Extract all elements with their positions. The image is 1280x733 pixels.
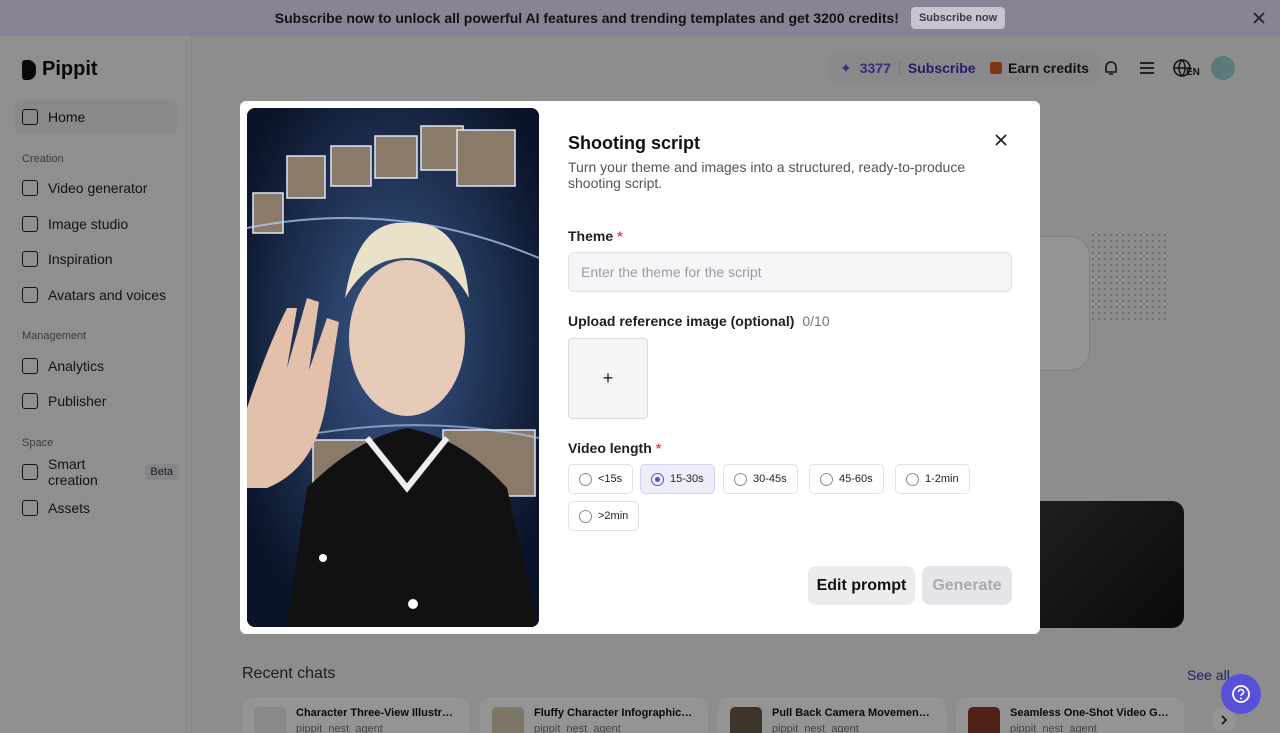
close-icon[interactable]	[992, 131, 1010, 149]
theme-label-text: Theme	[568, 228, 614, 244]
option-label: 15-30s	[670, 473, 704, 485]
radio-icon	[906, 472, 919, 486]
hero-illustration	[247, 108, 539, 627]
video-length-option[interactable]: 45-60s	[809, 464, 884, 494]
upload-label-text: Upload reference image (optional)	[568, 313, 795, 329]
video-length-label: Video length *	[568, 440, 661, 456]
theme-input[interactable]	[568, 252, 1012, 292]
edit-prompt-button[interactable]: Edit prompt	[808, 566, 915, 605]
video-length-option[interactable]: 1-2min	[895, 464, 970, 494]
video-length-option[interactable]: 30-45s	[723, 464, 798, 494]
upload-count: 0/10	[802, 313, 830, 329]
dialog-title: Shooting script	[568, 133, 700, 153]
radio-icon	[734, 472, 747, 486]
promo-banner: Subscribe now to unlock all powerful AI …	[0, 0, 1280, 36]
video-length-label-text: Video length	[568, 440, 652, 456]
generate-button[interactable]: Generate	[922, 566, 1012, 605]
option-label: >2min	[598, 510, 629, 522]
radio-icon	[651, 472, 664, 486]
dialog-subtitle: Turn your theme and images into a struct…	[568, 159, 966, 191]
required-mark: *	[655, 440, 662, 456]
option-label: <15s	[598, 473, 623, 485]
help-button[interactable]	[1221, 674, 1261, 714]
video-length-option[interactable]: 15-30s	[640, 464, 715, 494]
help-icon	[1232, 685, 1250, 703]
banner-subscribe-button[interactable]: Subscribe now	[910, 7, 1006, 29]
option-label: 30-45s	[753, 473, 787, 485]
theme-label: Theme *	[568, 228, 623, 244]
hero-image	[247, 108, 539, 627]
close-icon[interactable]	[1250, 9, 1268, 27]
video-length-option[interactable]: >2min	[568, 501, 640, 531]
option-label: 1-2min	[925, 473, 959, 485]
upload-image-button[interactable]: +	[568, 338, 648, 419]
plus-icon: +	[602, 368, 614, 388]
radio-icon	[579, 472, 592, 486]
option-label: 45-60s	[839, 473, 873, 485]
shooting-script-dialog: Shooting script Turn your theme and imag…	[240, 101, 1040, 634]
video-length-option[interactable]: <15s	[568, 464, 634, 494]
radio-icon	[820, 472, 833, 486]
required-mark: *	[617, 228, 623, 244]
promo-banner-text: Subscribe now to unlock all powerful AI …	[274, 10, 899, 26]
radio-icon	[579, 509, 592, 523]
upload-label: Upload reference image (optional) 0/10	[568, 313, 830, 329]
